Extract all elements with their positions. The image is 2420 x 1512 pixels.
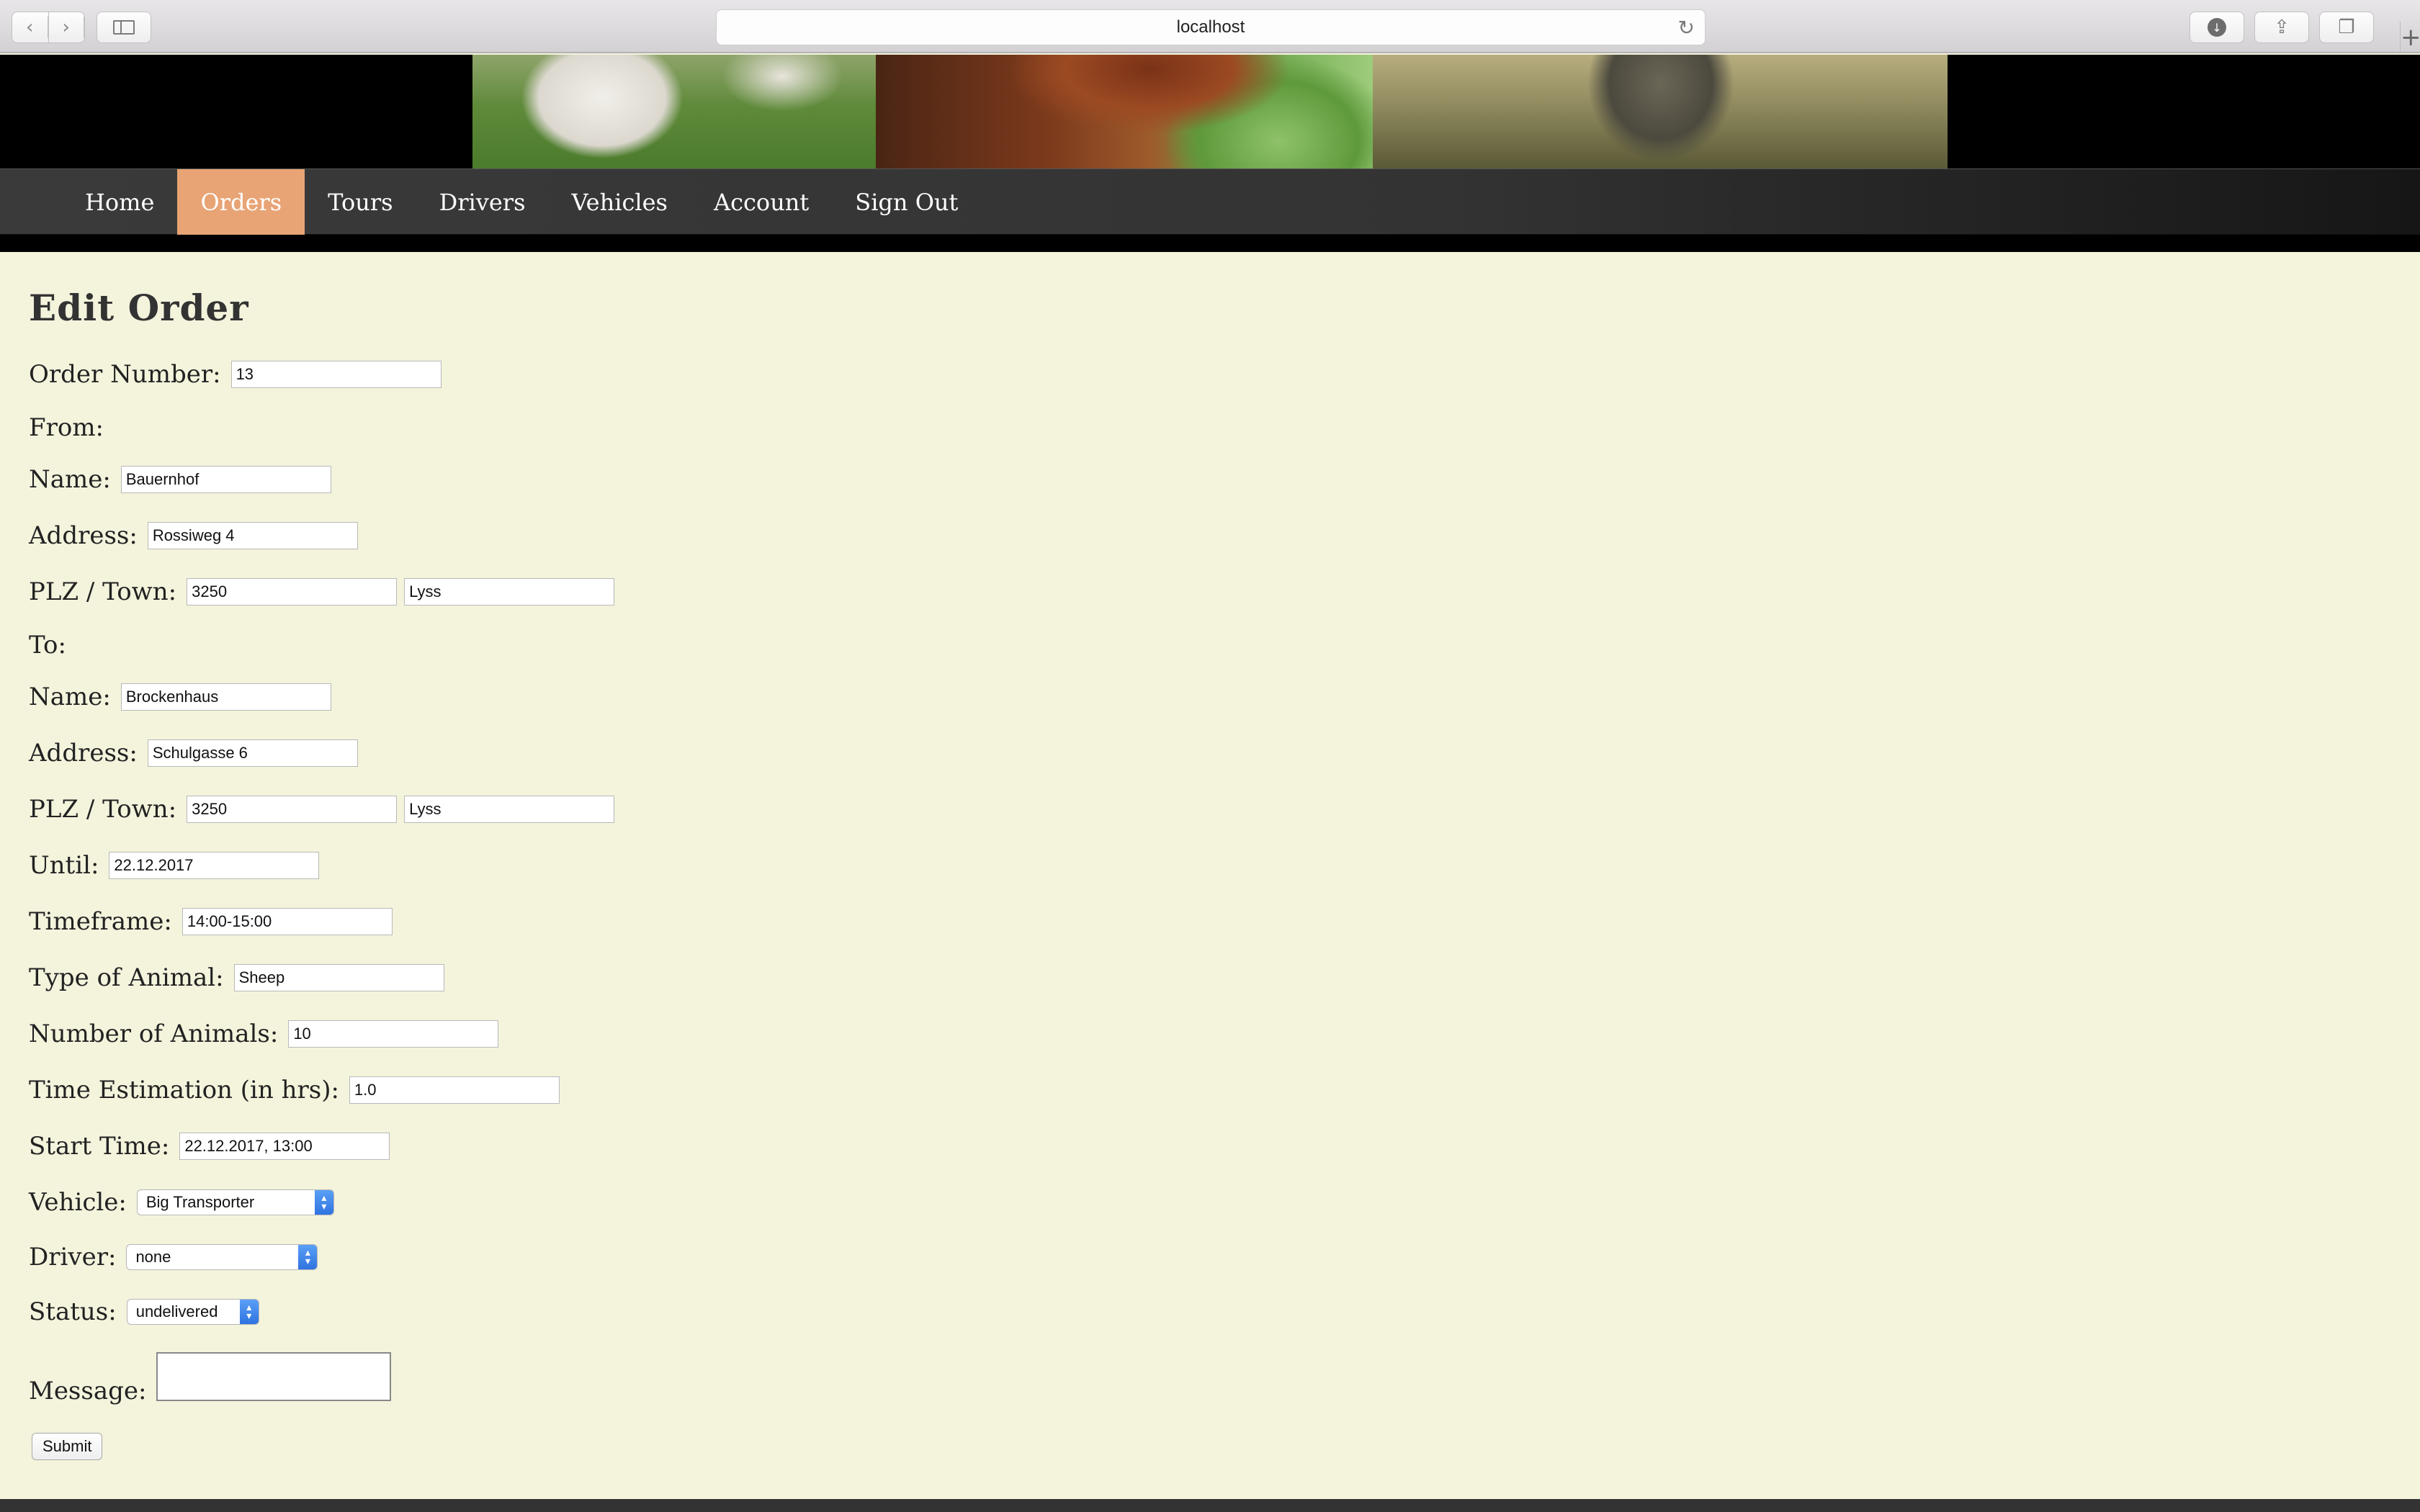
order-number-label: Order Number:	[29, 360, 221, 389]
to-name-row: Name: Brockenhaus	[29, 683, 339, 711]
order-number-input[interactable]: 13	[230, 361, 442, 388]
nav-bottom-border	[0, 235, 2420, 252]
to-heading: To:	[29, 631, 66, 660]
page-title: Edit Order	[29, 287, 249, 329]
nav-vehicles[interactable]: Vehicles	[549, 169, 691, 235]
start-time-row: Start Time: 22.12.2017, 13:00	[29, 1132, 397, 1161]
message-row: Message:	[29, 1352, 392, 1405]
banner-horse-image	[876, 55, 1373, 168]
nav-sign-out[interactable]: Sign Out	[832, 169, 981, 235]
animal-count-label: Number of Animals:	[29, 1020, 279, 1048]
vehicle-row: Vehicle: Big Transporter ▴ ▾	[29, 1188, 334, 1217]
url-text: localhost	[1176, 17, 1245, 37]
animal-type-label: Type of Animal:	[29, 963, 224, 992]
until-input[interactable]: 22.12.2017	[109, 852, 320, 879]
time-estimation-label: Time Estimation (in hrs):	[29, 1076, 339, 1104]
select-arrows-icon: ▴ ▾	[239, 1300, 259, 1324]
new-tab-button[interactable]: +	[2400, 22, 2420, 53]
banner-cow-image	[472, 55, 876, 168]
share-icon: ⇪	[2274, 17, 2290, 38]
chevron-left-icon: ‹	[12, 17, 48, 38]
timeframe-label: Timeframe:	[29, 907, 172, 936]
nav-orders[interactable]: Orders	[177, 169, 305, 235]
to-plz-town-row: PLZ / Town: 3250 Lyss	[29, 795, 622, 824]
banner-elephant-image	[1373, 55, 1948, 168]
sidebar-icon	[113, 20, 135, 35]
start-time-input[interactable]: 22.12.2017, 13:00	[179, 1133, 390, 1160]
sidebar-button[interactable]	[97, 12, 151, 43]
animal-count-input[interactable]: 10	[288, 1020, 499, 1048]
from-town-input[interactable]: Lyss	[404, 578, 615, 606]
until-row: Until: 22.12.2017	[29, 851, 326, 880]
timeframe-input[interactable]: 14:00-15:00	[182, 908, 393, 935]
from-address-label: Address:	[29, 521, 138, 550]
driver-label: Driver:	[29, 1243, 117, 1272]
download-icon: ↓	[2208, 18, 2226, 37]
to-name-input[interactable]: Brockenhaus	[120, 683, 331, 711]
driver-select[interactable]: none ▴ ▾	[126, 1244, 318, 1270]
forward-button[interactable]: ›	[49, 12, 84, 42]
animal-count-row: Number of Animals: 10	[29, 1020, 506, 1048]
order-number-row: Order Number: 13	[29, 360, 449, 389]
footer-bar	[0, 1499, 2420, 1512]
until-label: Until:	[29, 851, 99, 880]
submit-button[interactable]: Submit	[32, 1433, 103, 1460]
status-label: Status:	[29, 1297, 117, 1326]
animal-type-input[interactable]: Sheep	[233, 964, 444, 991]
site-header	[0, 55, 2420, 168]
browser-toolbar: ‹ › localhost ↻ ↓ ⇪ ❐ +	[0, 0, 2420, 53]
from-name-row: Name: Bauernhof	[29, 465, 339, 494]
from-name-label: Name:	[29, 465, 111, 494]
time-estimation-row: Time Estimation (in hrs): 1.0	[29, 1076, 567, 1104]
vehicle-select[interactable]: Big Transporter ▴ ▾	[136, 1189, 334, 1215]
message-textarea[interactable]	[156, 1352, 392, 1401]
time-estimation-input[interactable]: 1.0	[349, 1076, 560, 1104]
tabs-icon: ❐	[2338, 17, 2355, 38]
share-button[interactable]: ⇪	[2254, 12, 2309, 43]
vehicle-label: Vehicle:	[29, 1188, 127, 1217]
status-row: Status: undelivered ▴ ▾	[29, 1297, 259, 1326]
from-plz-town-row: PLZ / Town: 3250 Lyss	[29, 577, 622, 606]
from-heading: From:	[29, 413, 104, 442]
to-address-row: Address: Schulgasse 6	[29, 739, 365, 768]
to-name-label: Name:	[29, 683, 111, 711]
address-bar[interactable]: localhost ↻	[716, 9, 1706, 45]
from-plz-input[interactable]: 3250	[187, 578, 398, 606]
from-name-input[interactable]: Bauernhof	[120, 466, 331, 493]
status-select[interactable]: undelivered ▴ ▾	[126, 1299, 259, 1325]
status-selected-value: undelivered	[135, 1302, 218, 1320]
timeframe-row: Timeframe: 14:00-15:00	[29, 907, 400, 936]
downloads-button[interactable]: ↓	[2190, 12, 2244, 43]
select-arrows-icon: ▴ ▾	[314, 1190, 333, 1215]
nav-account[interactable]: Account	[691, 169, 832, 235]
message-label: Message:	[29, 1377, 147, 1405]
animal-type-row: Type of Animal: Sheep	[29, 963, 452, 992]
tabs-button[interactable]: ❐	[2319, 12, 2374, 43]
to-address-input[interactable]: Schulgasse 6	[147, 739, 358, 767]
from-plz-town-label: PLZ / Town:	[29, 577, 177, 606]
select-arrows-icon: ▴ ▾	[298, 1245, 318, 1269]
from-address-input[interactable]: Rossiweg 4	[147, 522, 358, 549]
nav-drivers[interactable]: Drivers	[416, 169, 549, 235]
driver-row: Driver: none ▴ ▾	[29, 1243, 318, 1272]
plus-icon: +	[2401, 23, 2420, 52]
to-address-label: Address:	[29, 739, 138, 768]
from-address-row: Address: Rossiweg 4	[29, 521, 365, 550]
vehicle-selected-value: Big Transporter	[145, 1193, 255, 1211]
history-buttons: ‹ ›	[12, 12, 85, 43]
to-town-input[interactable]: Lyss	[404, 796, 615, 823]
reload-icon[interactable]: ↻	[1678, 16, 1695, 40]
nav-home[interactable]: Home	[62, 169, 177, 235]
to-plz-town-label: PLZ / Town:	[29, 795, 177, 824]
start-time-label: Start Time:	[29, 1132, 170, 1161]
main-nav: Home Orders Tours Drivers Vehicles Accou…	[0, 168, 2420, 235]
driver-selected-value: none	[135, 1248, 171, 1266]
chevron-right-icon: ›	[49, 17, 84, 38]
nav-tours[interactable]: Tours	[305, 169, 416, 235]
back-button[interactable]: ‹	[12, 12, 49, 42]
header-banner	[472, 55, 1948, 168]
to-plz-input[interactable]: 3250	[187, 796, 398, 823]
